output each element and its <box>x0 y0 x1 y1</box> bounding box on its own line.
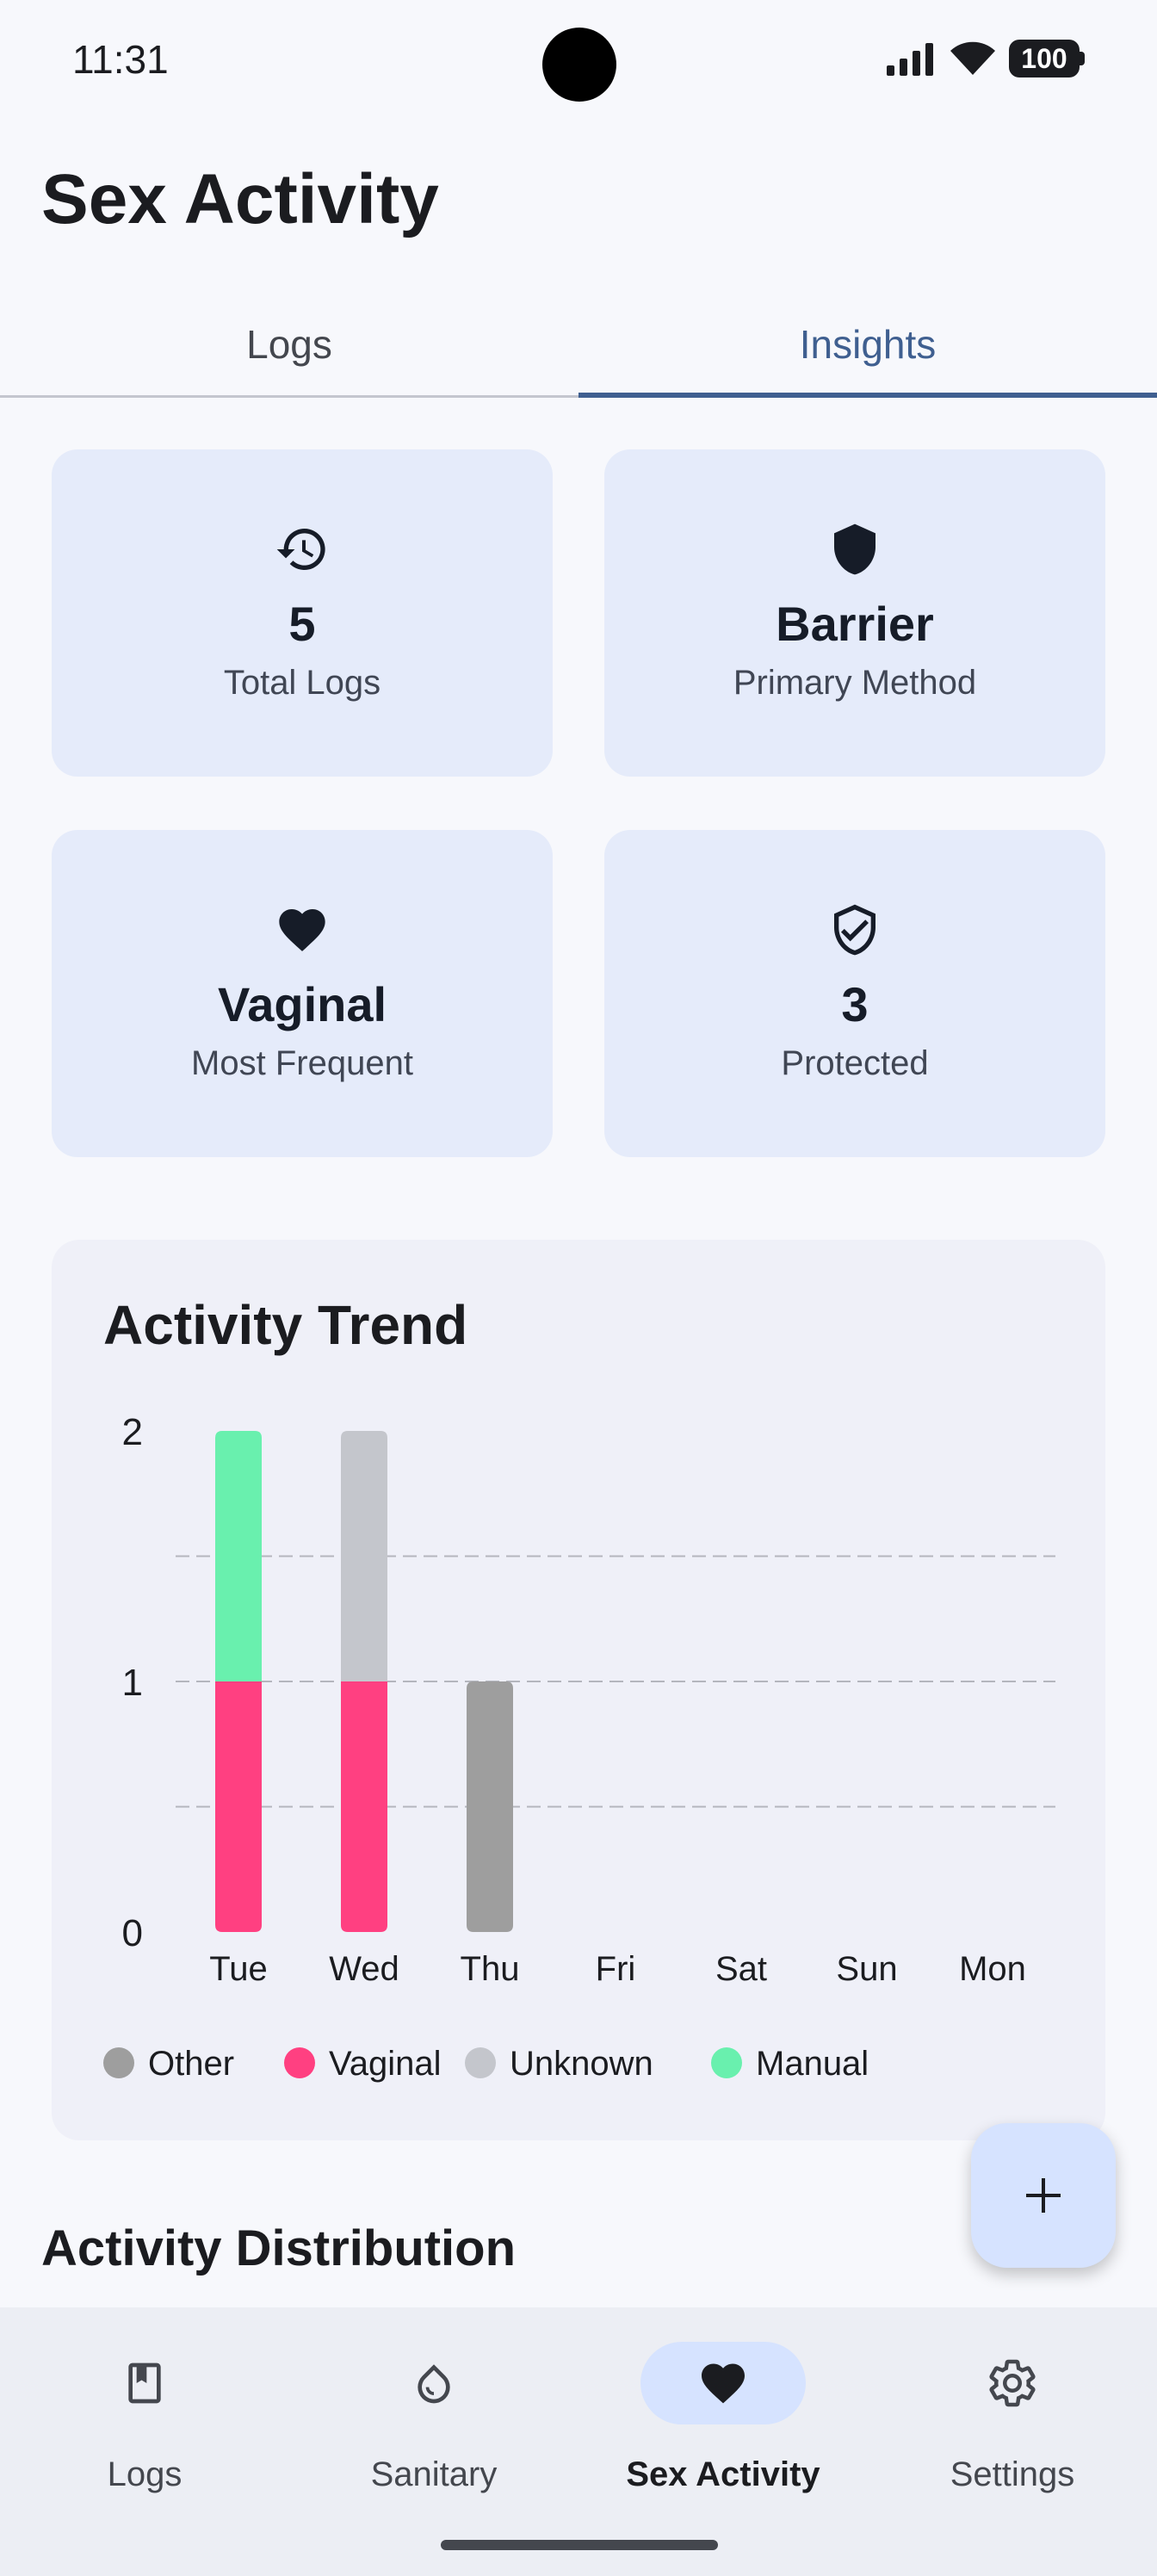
add-log-button[interactable] <box>971 2123 1116 2268</box>
stat-label: Total Logs <box>223 664 381 702</box>
legend-label: Unknown <box>510 2045 653 2083</box>
nav-label: Sanitary <box>370 2455 498 2493</box>
stat-value: Barrier <box>776 597 934 651</box>
tab-logs[interactable]: Logs <box>0 293 578 395</box>
stat-value: Vaginal <box>217 977 387 1031</box>
gear-icon <box>989 2359 1036 2407</box>
stat-label: Primary Method <box>733 664 977 702</box>
legend-marker <box>103 2047 134 2078</box>
activity-trend-card: Activity Trend 0 1 2 Tue Wed Thu Fri Sat Sun Mon O… <box>52 1240 1105 2140</box>
battery-level: 100 <box>1021 43 1067 74</box>
nav-item-settings[interactable]: Settings <box>868 2307 1157 2576</box>
legend-marker <box>711 2047 742 2078</box>
x-tick-label: Thu <box>461 1950 520 1988</box>
bar-segment <box>341 1681 387 1932</box>
nav-item-sanitary[interactable]: Sanitary <box>289 2307 578 2576</box>
x-tick-label: Sun <box>836 1950 897 1988</box>
x-tick-label: Fri <box>596 1950 636 1988</box>
nav-item-sex-activity[interactable]: Sex Activity <box>578 2307 868 2576</box>
signal-icon <box>887 43 933 76</box>
x-tick-label: Wed <box>329 1950 399 1988</box>
stat-card-primary-method: Barrier Primary Method <box>604 449 1105 777</box>
bar-segment <box>467 1681 513 1932</box>
status-bar: 11:31 100 <box>0 0 1157 129</box>
activity-trend-chart: 0 1 2 Tue Wed Thu Fri Sat Sun Mon Other Vaginal Unkn… <box>103 1411 1055 2083</box>
x-tick-label: Mon <box>959 1950 1026 1988</box>
tab-insights[interactable]: Insights <box>578 293 1157 398</box>
nav-icon-container <box>640 2342 806 2424</box>
wifi-icon <box>950 41 995 75</box>
stat-card-total-logs: 5 Total Logs <box>52 449 553 777</box>
legend-marker <box>284 2047 315 2078</box>
heart-icon <box>702 2363 745 2404</box>
page-title: Sex Activity <box>41 160 439 238</box>
battery-icon: 100 <box>1009 40 1085 77</box>
stat-label: Most Frequent <box>191 1044 413 1082</box>
bar-segment <box>341 1431 387 1681</box>
stat-card-most-frequent: Vaginal Most Frequent <box>52 830 553 1157</box>
tab-bar: Logs Insights <box>0 293 1157 398</box>
y-tick-label: 2 <box>122 1411 143 1453</box>
drop-icon <box>418 2364 450 2404</box>
bookmark-book-icon <box>128 2362 161 2404</box>
legend-label: Other <box>148 2045 234 2083</box>
y-tick-label: 0 <box>122 1912 143 1954</box>
stat-value: 3 <box>841 977 869 1031</box>
nav-icon-container <box>351 2342 517 2424</box>
legend-label: Manual <box>756 2045 869 2083</box>
plus-icon <box>1026 2178 1061 2213</box>
stat-label: Protected <box>781 1044 929 1082</box>
stat-card-protected: 3 Protected <box>604 830 1105 1157</box>
nav-item-logs[interactable]: Logs <box>0 2307 289 2576</box>
status-time: 11:31 <box>72 37 169 82</box>
history-icon <box>276 529 325 570</box>
x-tick-label: Tue <box>209 1950 267 1988</box>
home-indicator[interactable] <box>441 2540 718 2550</box>
bar-segment <box>215 1681 262 1932</box>
heart-icon <box>279 909 325 951</box>
camera-cutout <box>542 28 616 102</box>
stat-value: 5 <box>288 597 316 651</box>
nav-icon-container <box>930 2342 1095 2424</box>
shield-icon <box>834 523 875 575</box>
y-tick-label: 1 <box>122 1662 143 1704</box>
shield-check-icon <box>834 904 875 956</box>
nav-label: Settings <box>950 2455 1075 2493</box>
legend-marker <box>465 2047 496 2078</box>
bar-segment <box>215 1431 262 1681</box>
nav-icon-container <box>62 2342 227 2424</box>
x-tick-label: Sat <box>715 1950 767 1988</box>
nav-label: Sex Activity <box>626 2455 820 2493</box>
activity-distribution-heading: Activity Distribution <box>41 2220 517 2276</box>
bottom-navigation: Logs Sanitary Sex Activity Settings <box>0 2307 1157 2576</box>
nav-label: Logs <box>107 2455 183 2493</box>
status-icons: 100 <box>885 40 1085 77</box>
legend-label: Vaginal <box>329 2045 441 2083</box>
